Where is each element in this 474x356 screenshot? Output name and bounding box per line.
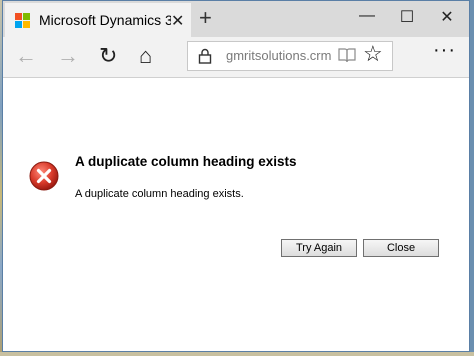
dialog-heading: A duplicate column heading exists [75, 154, 297, 169]
refresh-icon[interactable]: ↻ [99, 43, 117, 69]
reading-view-icon[interactable] [338, 47, 356, 63]
forward-icon[interactable]: → [57, 43, 79, 69]
close-window-icon[interactable]: ✕ [427, 7, 467, 27]
browser-window: Microsoft Dynamics 365 ✕ + — ☐ ✕ ← → ↻ ⌂… [2, 0, 470, 352]
try-again-button[interactable]: Try Again [281, 239, 357, 257]
browser-tab[interactable]: Microsoft Dynamics 365 ✕ [5, 3, 191, 37]
more-icon[interactable]: ··· [433, 39, 456, 62]
address-text: gmritsolutions.crm [226, 48, 332, 63]
favorite-star-icon[interactable]: ☆ [363, 41, 383, 67]
close-button[interactable]: Close [363, 239, 439, 257]
dialog-message: A duplicate column heading exists. [75, 188, 244, 200]
minimize-icon[interactable]: — [347, 7, 387, 25]
maximize-icon[interactable]: ☐ [387, 7, 427, 27]
microsoft-logo-icon [15, 13, 30, 28]
page-content: A duplicate column heading exists A dupl… [3, 78, 469, 351]
tab-bar: Microsoft Dynamics 365 ✕ + — ☐ ✕ [3, 1, 469, 37]
desktop-taskbar-strip [0, 352, 474, 356]
tab-title: Microsoft Dynamics 365 [39, 12, 171, 28]
lock-icon [198, 48, 212, 64]
back-icon[interactable]: ← [15, 43, 37, 69]
new-tab-icon[interactable]: + [199, 5, 212, 31]
home-icon[interactable]: ⌂ [139, 43, 152, 69]
error-icon [29, 161, 59, 191]
browser-toolbar: ← → ↻ ⌂ gmritsolutions.crm ☆ ··· [3, 37, 469, 78]
tab-close-icon[interactable]: ✕ [171, 11, 184, 31]
